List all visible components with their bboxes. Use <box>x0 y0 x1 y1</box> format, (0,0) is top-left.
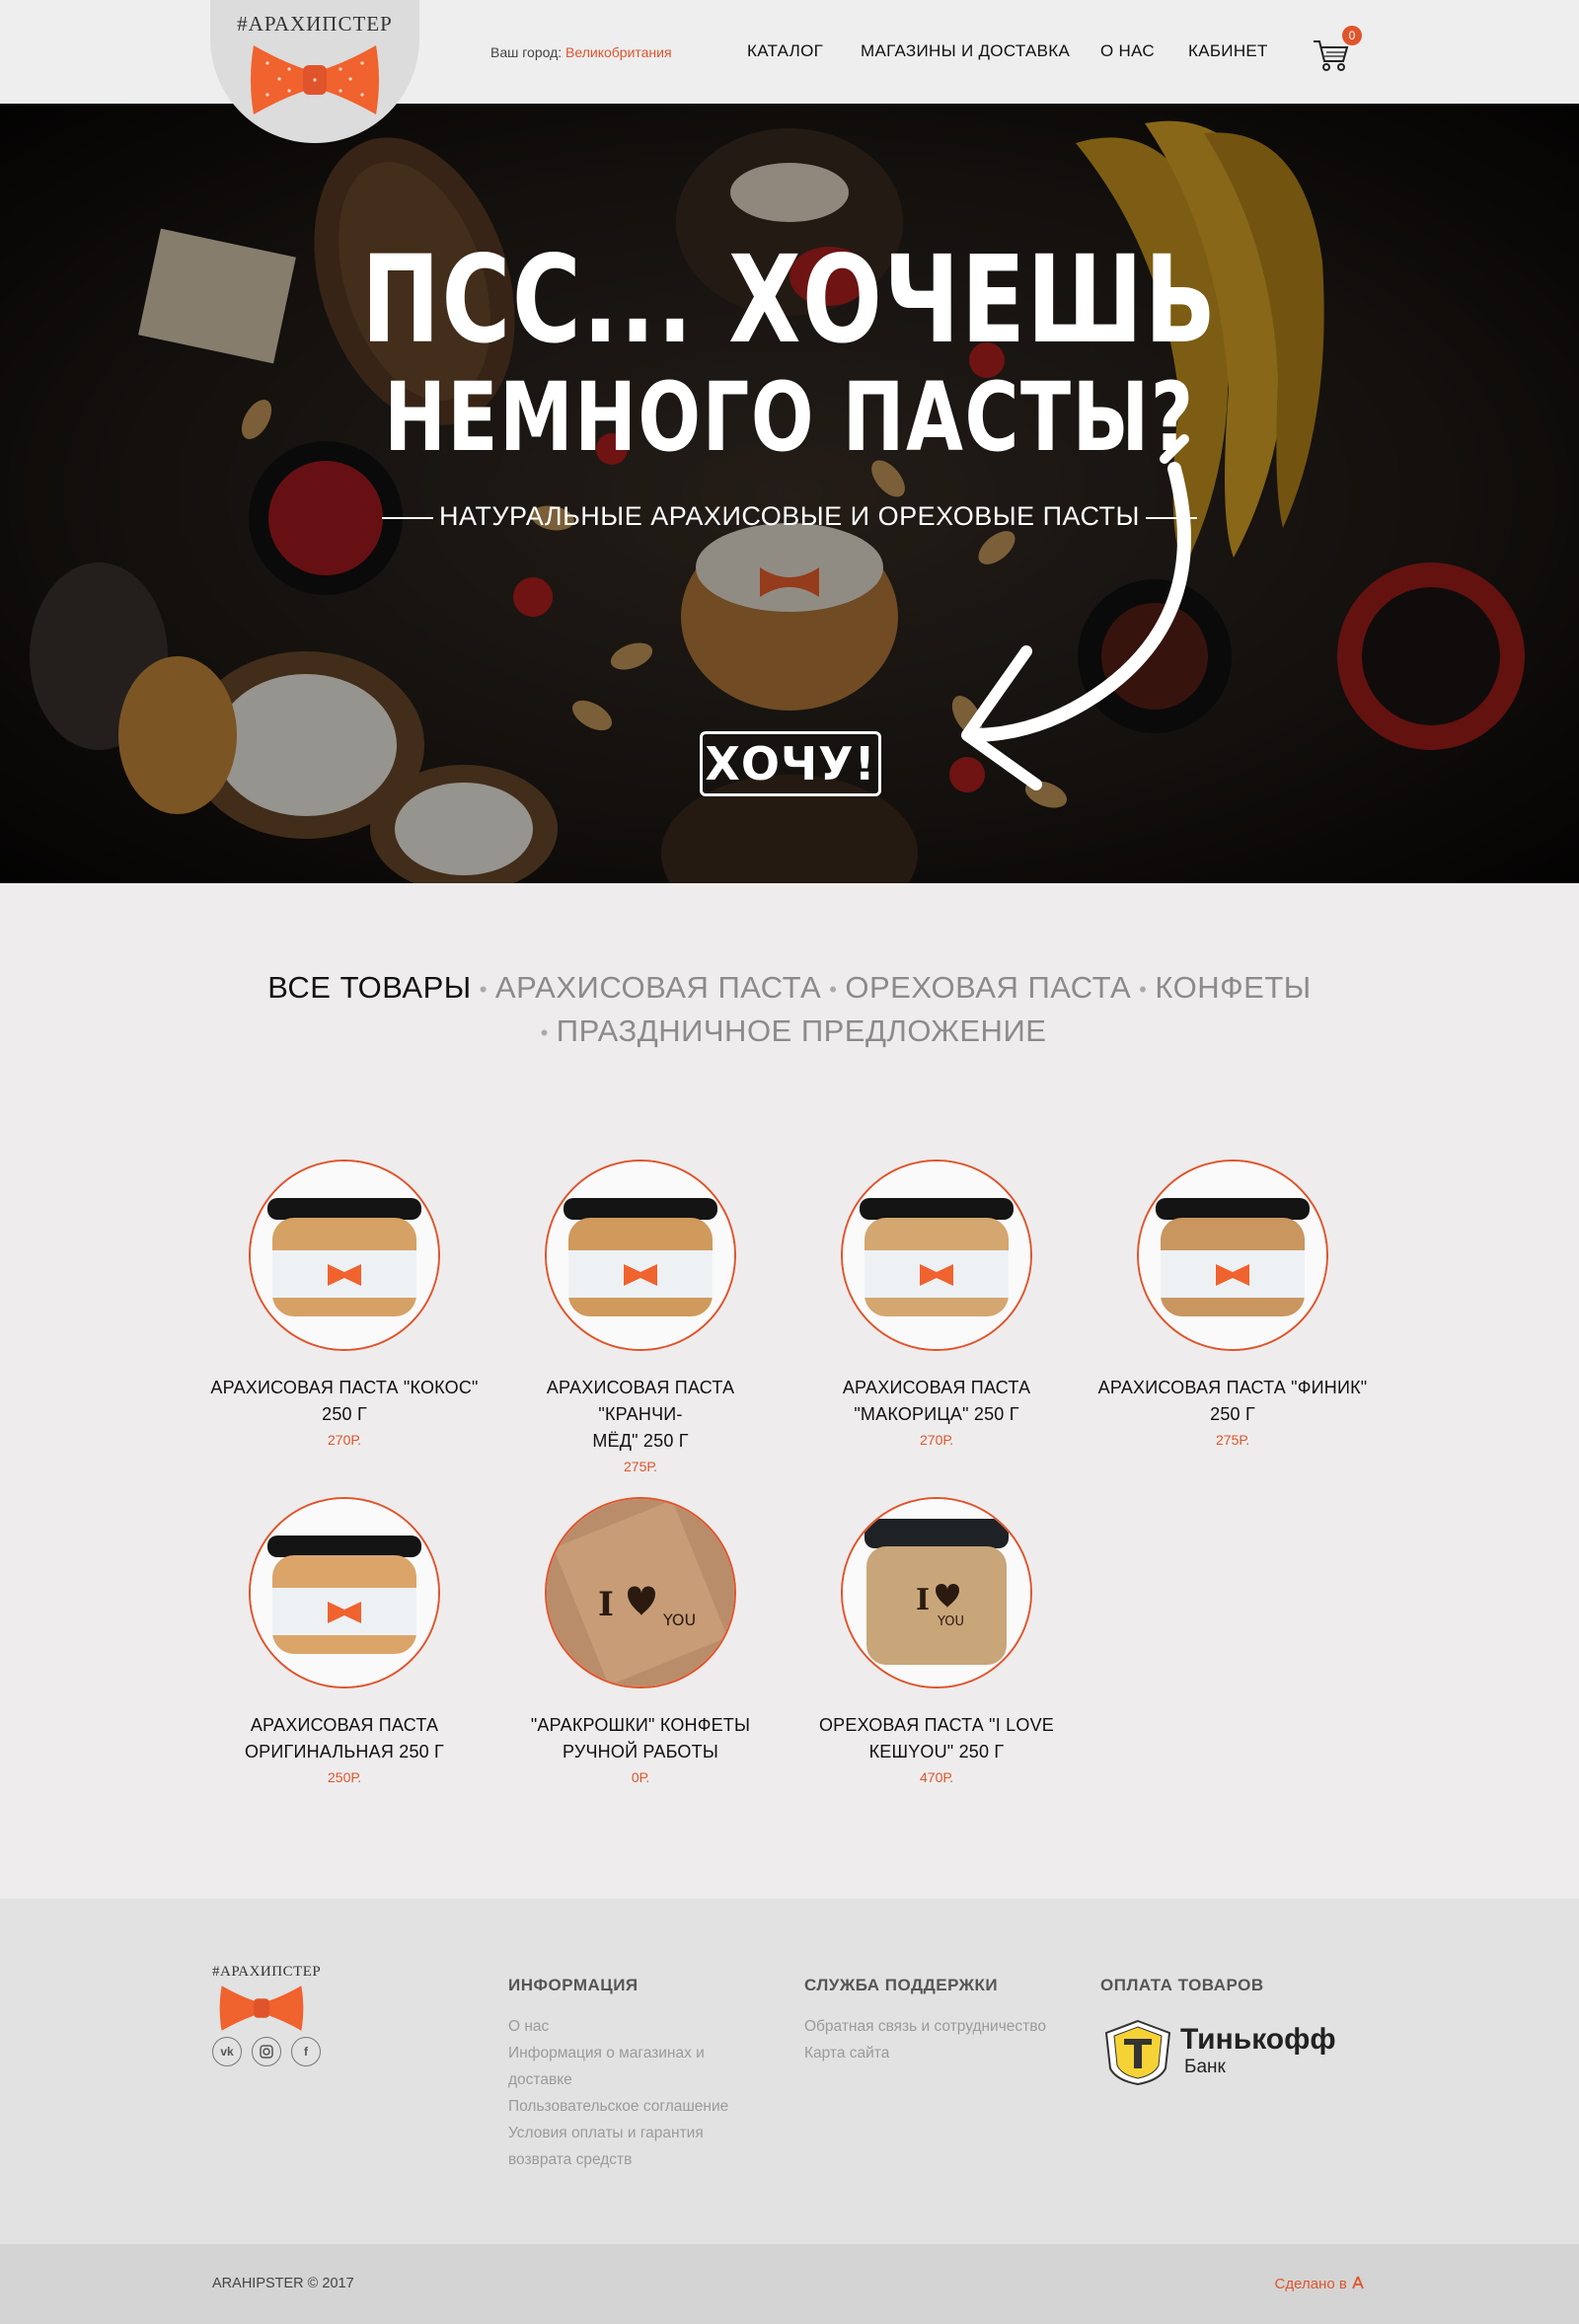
divider <box>382 516 434 519</box>
city-label: Ваш город: <box>490 44 563 60</box>
nav-about[interactable]: О НАС <box>1100 41 1155 61</box>
product-card[interactable]: I YOU ОРЕХОВАЯ ПАСТА "I LOVE КЕШYOU" 250 … <box>798 1497 1075 1785</box>
studio-logo-icon <box>1352 2276 1364 2289</box>
product-price: 270Р. <box>328 1432 361 1448</box>
category-all[interactable]: ВСЕ ТОВАРЫ <box>267 970 471 1005</box>
hero-banner: ПСС... ХОЧЕШЬ НЕМНОГО ПАСТЫ? НАТУРАЛЬНЫЕ… <box>0 104 1579 883</box>
category-peanut-paste[interactable]: АРАХИСОВАЯ ПАСТА <box>495 970 821 1005</box>
bank-sub: Банк <box>1184 2057 1226 2077</box>
peanut-jar-image <box>547 1162 734 1349</box>
footer-link-feedback[interactable]: Обратная связь и сотрудничество <box>804 2013 1100 2040</box>
category-candies[interactable]: КОНФЕТЫ <box>1155 970 1311 1005</box>
product-card[interactable]: АРАХИСОВАЯ ПАСТА ОРИГИНАЛЬНАЯ 250 Г 250Р. <box>206 1497 483 1785</box>
footer-payment-title: ОПЛАТА ТОВАРОВ <box>1100 1976 1264 1994</box>
footer-link-user-agreement[interactable]: Пользовательское соглашение <box>508 2093 765 2120</box>
nav-shops-delivery[interactable]: МАГАЗИНЫ И ДОСТАВКА <box>861 41 1070 61</box>
product-name[interactable]: АРАХИСОВАЯ ПАСТА "МАКОРИЦА" 250 Г <box>798 1375 1075 1428</box>
category-holiday-offer[interactable]: ПРАЗДНИЧНОЕ ПРЕДЛОЖЕНИЕ <box>557 1013 1047 1048</box>
footer-info-title: ИНФОРМАЦИЯ <box>508 1976 639 1994</box>
product-card[interactable]: I YOU "АРАКРОШКИ" КОНФЕТЫ РУЧНОЙ РАБОТЫ 0… <box>502 1497 779 1785</box>
footer-link-payment-terms[interactable]: Условия оплаты и гарантия возврата средс… <box>508 2120 755 2173</box>
logo-text: #АРАХИПСТЕР <box>237 12 393 36</box>
footer-bottom-bar: ARAHIPSTER © 2017 Сделано в <box>0 2244 1579 2324</box>
facebook-icon[interactable]: f <box>291 2037 321 2066</box>
hero-subtitle: НАТУРАЛЬНЫЕ АРАХИСОВЫЕ И ОРЕХОВЫЕ ПАСТЫ <box>0 501 1579 532</box>
want-button[interactable]: ХОЧУ! <box>700 731 881 796</box>
product-price: 250Р. <box>328 1769 361 1785</box>
hero-title-line1: ПСС... ХОЧЕШЬ <box>361 230 1218 370</box>
product-name[interactable]: АРАХИСОВАЯ ПАСТА ОРИГИНАЛЬНАЯ 250 Г <box>206 1712 483 1765</box>
instagram-icon[interactable] <box>252 2037 281 2066</box>
product-price: 275Р. <box>1216 1432 1249 1448</box>
product-card[interactable]: АРАХИСОВАЯ ПАСТА "КРАНЧИ- МЁД" 250 Г 275Р… <box>502 1160 779 1474</box>
tinkoff-bank-logo-icon <box>1104 2019 1171 2086</box>
city-name-link[interactable]: Великобритания <box>565 44 672 60</box>
product-price: 470Р. <box>920 1769 953 1785</box>
separator-dot: • <box>1139 976 1148 1002</box>
product-image[interactable]: I YOU <box>545 1497 736 1688</box>
peanut-jar-image <box>251 1499 438 1687</box>
svg-text:YOU: YOU <box>662 1611 696 1629</box>
product-price: 270Р. <box>920 1432 953 1448</box>
footer-link-shops-delivery[interactable]: Информация о магазинах и доставке <box>508 2040 755 2093</box>
nav-catalog[interactable]: КАТАЛОГ <box>747 41 823 61</box>
footer-support-title: СЛУЖБА ПОДДЕРЖКИ <box>804 1976 999 1994</box>
made-by-link[interactable]: Сделано в <box>1275 2276 1365 2292</box>
hero-subtitle-text: НАТУРАЛЬНЫЕ АРАХИСОВЫЕ И ОРЕХОВЫЕ ПАСТЫ <box>439 501 1140 531</box>
separator-dot: • <box>540 1019 549 1045</box>
product-name[interactable]: ОРЕХОВАЯ ПАСТА "I LOVE КЕШYOU" 250 Г <box>798 1712 1075 1765</box>
peanut-jar-image <box>1139 1162 1326 1349</box>
category-nut-paste[interactable]: ОРЕХОВАЯ ПАСТА <box>845 970 1131 1005</box>
product-card[interactable]: АРАХИСОВАЯ ПАСТА "КОКОС" 250 Г 270Р. <box>206 1160 483 1448</box>
product-image[interactable] <box>249 1497 440 1688</box>
bank-name: Тинькофф <box>1180 2023 1336 2056</box>
product-price: 0Р. <box>631 1769 650 1785</box>
product-card[interactable]: АРАХИСОВАЯ ПАСТА "МАКОРИЦА" 250 Г 270Р. <box>798 1160 1075 1448</box>
vk-icon[interactable]: vk <box>212 2037 242 2066</box>
bow-tie-icon <box>251 45 379 114</box>
copyright-text: ARAHIPSTER © 2017 <box>212 2276 354 2291</box>
product-image[interactable]: I YOU <box>841 1497 1032 1688</box>
product-image[interactable] <box>249 1160 440 1351</box>
site-footer: #АРАХИПСТЕР vk f ИНФОРМАЦИЯ О нас Информ… <box>0 1899 1579 2244</box>
svg-text:I: I <box>916 1583 930 1617</box>
product-name[interactable]: АРАХИСОВАЯ ПАСТА "КОКОС" 250 Г <box>206 1375 483 1428</box>
divider <box>1145 516 1197 519</box>
footer-link-about[interactable]: О нас <box>508 2013 765 2040</box>
separator-dot: • <box>479 976 488 1002</box>
site-header: #АРАХИПСТЕР Ваш город: Великобритания КА… <box>0 0 1579 143</box>
footer-link-sitemap[interactable]: Карта сайта <box>804 2040 1061 2066</box>
cart-count-badge: 0 <box>1342 26 1362 45</box>
nav-cabinet[interactable]: КАБИНЕТ <box>1188 41 1268 61</box>
peanut-jar-image <box>843 1162 1030 1349</box>
separator-dot: • <box>829 976 838 1002</box>
category-filter-row1: ВСЕ ТОВАРЫ • АРАХИСОВАЯ ПАСТА • ОРЕХОВАЯ ПАС… <box>0 970 1579 1006</box>
city-selector[interactable]: Ваш город: Великобритания <box>490 44 672 60</box>
product-card[interactable]: АРАХИСОВАЯ ПАСТА "ФИНИК" 250 Г 275Р. <box>1094 1160 1371 1448</box>
made-by-text: Сделано в <box>1274 2276 1347 2292</box>
bow-tie-icon[interactable] <box>219 1982 304 2035</box>
svg-text:YOU: YOU <box>937 1614 964 1629</box>
product-price: 275Р. <box>624 1459 657 1474</box>
svg-text:I: I <box>598 1585 614 1624</box>
peanut-jar-image <box>251 1162 438 1349</box>
product-image[interactable] <box>1137 1160 1328 1351</box>
product-name[interactable]: АРАХИСОВАЯ ПАСТА "КРАНЧИ- МЁД" 250 Г <box>502 1375 779 1455</box>
product-name[interactable]: АРАХИСОВАЯ ПАСТА "ФИНИК" 250 Г <box>1094 1375 1371 1428</box>
cashew-jar-image: I YOU <box>843 1499 1030 1687</box>
candy-box-image: I YOU <box>547 1499 734 1687</box>
footer-logo-text[interactable]: #АРАХИПСТЕР <box>212 1964 321 1981</box>
product-name[interactable]: "АРАКРОШКИ" КОНФЕТЫ РУЧНОЙ РАБОТЫ <box>502 1712 779 1765</box>
category-filter-row2: • ПРАЗДНИЧНОЕ ПРЕДЛОЖЕНИЕ <box>0 1013 1579 1049</box>
hero-title-line2: НЕМНОГО ПАСТЫ? <box>384 362 1195 473</box>
product-image[interactable] <box>545 1160 736 1351</box>
product-image[interactable] <box>841 1160 1032 1351</box>
